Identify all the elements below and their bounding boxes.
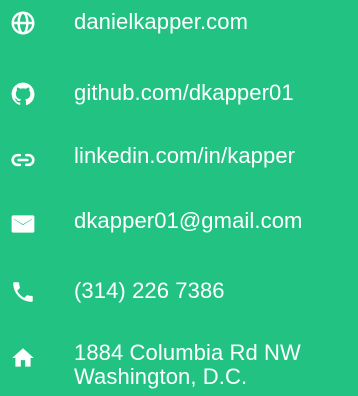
github-icon [10,81,36,107]
contact-item-email[interactable]: dkapper01@gmail.com [0,206,358,236]
github-link[interactable]: github.com/dkapper01 [74,80,294,106]
contact-item-address: 1884 Columbia Rd NW Washington, D.C. [0,341,358,395]
home-icon [10,345,36,371]
contact-item-website[interactable]: danielkapper.com [0,8,358,38]
address-text: 1884 Columbia Rd NW Washington, D.C. [74,341,354,389]
contact-list: danielkapper.com github.com/dkapper01 li… [0,0,358,396]
email-link[interactable]: dkapper01@gmail.com [74,208,302,234]
mail-icon [10,211,36,237]
globe-icon [10,10,36,36]
address-line-2: Washington, D.C. [74,364,248,389]
link-icon [10,147,36,173]
website-link[interactable]: danielkapper.com [74,9,248,35]
phone-icon [10,279,36,305]
address-line-1: 1884 Columbia Rd NW [74,340,301,365]
contact-item-github[interactable]: github.com/dkapper01 [0,78,358,108]
contact-item-phone[interactable]: (314) 226 7386 [0,276,358,306]
contact-item-linkedin[interactable]: linkedin.com/in/kapper [0,141,358,171]
phone-link[interactable]: (314) 226 7386 [74,278,225,304]
linkedin-link[interactable]: linkedin.com/in/kapper [74,143,295,169]
